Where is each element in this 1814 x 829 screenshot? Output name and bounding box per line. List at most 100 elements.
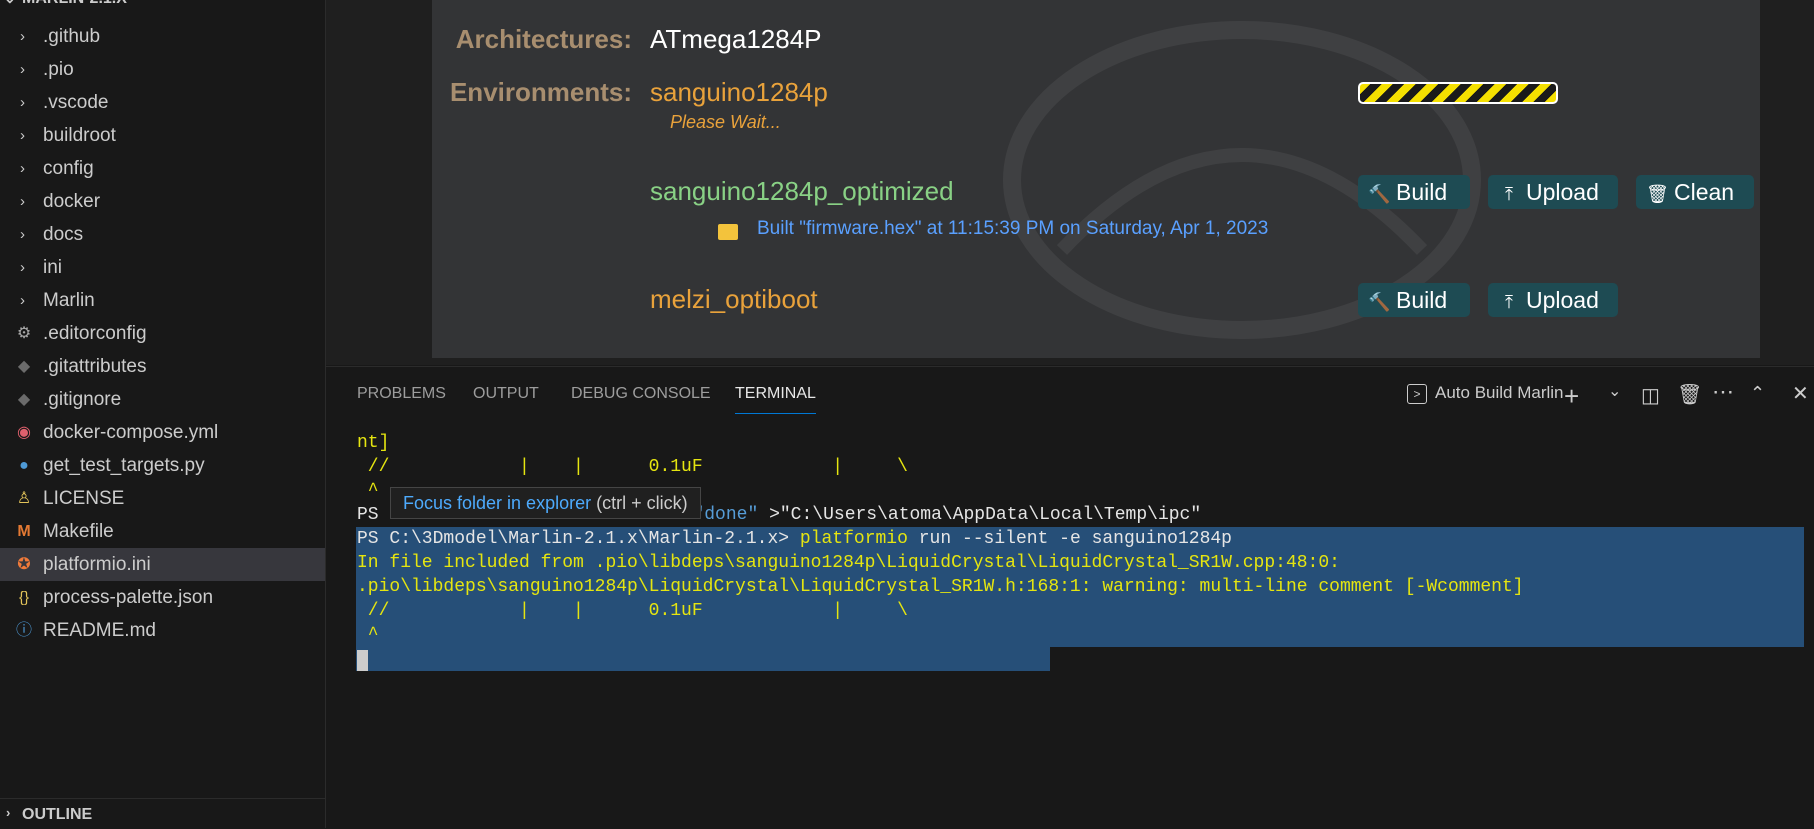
clean-button[interactable]: 🗑 Clean [1636, 175, 1754, 209]
tab-output[interactable]: OUTPUT [473, 385, 539, 403]
command-arg: "done" [693, 505, 759, 525]
info-icon: ⓘ [15, 622, 32, 639]
selection-highlight [356, 647, 1050, 671]
upload-button[interactable]: ⤒ Upload [1488, 283, 1618, 317]
split-terminal-icon[interactable]: ◫ [1641, 383, 1660, 408]
task-name: Auto Build Marlin [1435, 383, 1564, 402]
chevron-right-icon: › [20, 127, 25, 144]
tree-item-label: Makefile [43, 521, 114, 542]
terminal-icon: > [1407, 383, 1427, 404]
clean-button-label: Clean [1674, 179, 1735, 205]
trash-icon[interactable]: 🗑 [1677, 382, 1702, 407]
chevron-right-icon: › [20, 193, 25, 210]
tree-item-pio[interactable]: › .pio [0, 53, 325, 86]
maximize-panel-icon[interactable]: ⌃ [1750, 383, 1765, 404]
tree-item-makefile[interactable]: M Makefile [0, 515, 325, 548]
tree-item-config[interactable]: › config [0, 152, 325, 185]
architectures-label: Architectures: [455, 24, 632, 54]
tree-item-process-palette[interactable]: {} process-palette.json [0, 581, 325, 614]
environments-label: Environments: [449, 77, 632, 107]
chevron-right-icon: › [20, 292, 25, 309]
tree-item-vscode[interactable]: › .vscode [0, 86, 325, 119]
explorer-root-header[interactable]: ⌄ MARLIN-2.1.X [0, 0, 325, 12]
chevron-down-icon: ⌄ [4, 0, 16, 7]
build-button[interactable]: 🔨 Build [1358, 283, 1470, 317]
tree-item-buildroot[interactable]: › buildroot [0, 119, 325, 152]
hammer-icon: 🔨 [1368, 292, 1391, 312]
tree-item-label: .github [43, 26, 101, 47]
tooltip-link[interactable]: Focus folder in explorer [403, 493, 591, 513]
tab-problems[interactable]: PROBLEMS [357, 385, 446, 403]
hammer-icon: 🔨 [1368, 184, 1391, 204]
chevron-right-icon: › [20, 94, 25, 111]
tree-item-label: config [43, 158, 94, 179]
tree-item-label: docker [43, 191, 101, 212]
auto-build-panel: Architectures: ATmega1284P Environments:… [432, 0, 1760, 358]
upload-icon: ⤒ [1505, 292, 1513, 312]
terminal-cursor [357, 650, 368, 671]
new-terminal-icon[interactable]: + [1564, 381, 1579, 412]
chevron-down-icon[interactable]: ⌄ [1608, 381, 1621, 401]
git-icon: ◆ [17, 391, 31, 408]
tree-item-label: get_test_targets.py [43, 455, 205, 476]
tree-item-label: ini [43, 257, 63, 278]
tree-item-license[interactable]: ♙ LICENSE [0, 482, 325, 515]
command-arg: >"C:\Users\atoma\AppData\Local\Temp\ipc" [769, 505, 1202, 525]
task-selector[interactable]: > Auto Build Marlin [1407, 383, 1564, 404]
tree-item-label: .gitignore [43, 389, 122, 410]
tab-debug-console[interactable]: DEBUG CONSOLE [571, 385, 711, 403]
upload-icon: ⤒ [1505, 184, 1513, 204]
terminal-line: ^ [357, 625, 379, 645]
env-sanguino1284p-optimized: sanguino1284p_optimized [650, 176, 954, 206]
license-icon: ♙ [16, 490, 32, 507]
outline-section-header[interactable]: › OUTLINE [0, 798, 325, 829]
prompt: PS C:\3Dmodel\Marlin-2.1.x\Marlin-2.1.x> [357, 529, 790, 549]
terminal-line: // | | 0.1uF | \ [357, 601, 908, 621]
tree-item-github[interactable]: › .github [0, 20, 325, 53]
tree-item-gitignore[interactable]: ◆ .gitignore [0, 383, 325, 416]
env-sanguino1284p: sanguino1284p [650, 77, 828, 107]
tree-item-docker-compose[interactable]: ◉ docker-compose.yml [0, 416, 325, 449]
makefile-icon: M [17, 523, 31, 540]
chevron-right-icon: › [6, 805, 11, 820]
tree-item-readme[interactable]: ⓘ README.md [0, 614, 325, 647]
tree-item-label: Marlin [43, 290, 95, 311]
tree-item-label: .editorconfig [43, 323, 147, 344]
tooltip-hint: (ctrl + click) [596, 493, 688, 513]
tree-item-label: .pio [43, 59, 74, 80]
link-tooltip: Focus folder in explorer (ctrl + click) [390, 487, 701, 519]
terminal-line: .pio\libdeps\sanguino1284p\LiquidCrystal… [357, 577, 1524, 597]
tree-item-label: .vscode [43, 92, 109, 113]
outline-label: OUTLINE [22, 806, 93, 823]
tab-terminal[interactable]: TERMINAL [735, 385, 816, 414]
chevron-right-icon: › [20, 160, 25, 177]
upload-button-label: Upload [1526, 287, 1599, 313]
terminal-line: In file included from .pio\libdeps\sangu… [357, 553, 1340, 573]
explorer-root-label: MARLIN-2.1.X [22, 0, 127, 8]
folder-icon[interactable] [718, 224, 738, 240]
chevron-right-icon: › [20, 28, 25, 45]
build-progress-bar [1358, 82, 1558, 104]
platformio-icon: ✪ [17, 556, 31, 573]
built-message: Built "firmware.hex" at 11:15:39 PM on S… [757, 218, 1269, 239]
upload-button[interactable]: ⤒ Upload [1488, 175, 1618, 209]
build-button-label: Build [1396, 179, 1448, 205]
tree-item-label: buildroot [43, 125, 116, 146]
tree-item-ini[interactable]: › ini [0, 251, 325, 284]
tree-item-docs[interactable]: › docs [0, 218, 325, 251]
please-wait-text: Please Wait... [670, 112, 781, 132]
tree-item-get-test-targets[interactable]: ● get_test_targets.py [0, 449, 325, 482]
tree-item-label: docker-compose.yml [43, 422, 219, 443]
tree-item-marlin[interactable]: › Marlin [0, 284, 325, 317]
tree-item-editorconfig[interactable]: ⚙ .editorconfig [0, 317, 325, 350]
chevron-right-icon: › [20, 61, 25, 78]
tree-item-docker[interactable]: › docker [0, 185, 325, 218]
bottom-panel: PROBLEMS OUTPUT DEBUG CONSOLE TERMINAL >… [326, 366, 1814, 829]
build-button[interactable]: 🔨 Build [1358, 175, 1470, 209]
close-panel-icon[interactable]: ✕ [1792, 381, 1809, 406]
more-actions-icon[interactable]: ⋯ [1712, 379, 1734, 405]
tree-item-platformio-ini[interactable]: ✪ platformio.ini [0, 548, 325, 581]
build-button-label: Build [1396, 287, 1448, 313]
tree-item-label: process-palette.json [43, 587, 214, 608]
tree-item-gitattributes[interactable]: ◆ .gitattributes [0, 350, 325, 383]
